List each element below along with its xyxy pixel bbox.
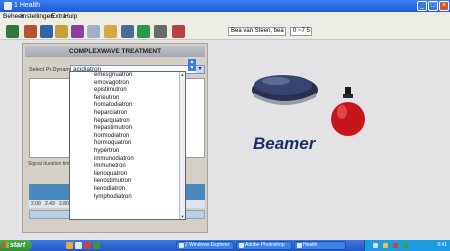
dropdown-option[interactable]: lienodiatron: [70, 186, 185, 194]
browser-icon[interactable]: [66, 242, 73, 249]
wave-icon[interactable]: [71, 25, 84, 38]
dropdown-option[interactable]: lienostimutron: [70, 178, 185, 186]
database-icon[interactable]: [24, 25, 37, 38]
clock: 9:41: [437, 242, 447, 248]
task-label: Adobe Photoshop: [245, 242, 285, 248]
app-icon: [4, 2, 12, 10]
task-label: 2 Windows Explorer: [185, 242, 230, 248]
dropdown-scrollbar[interactable]: ▲ ▼: [179, 72, 185, 219]
task-photoshop[interactable]: Adobe Photoshop: [236, 241, 292, 250]
scroll-up-icon[interactable]: ▲: [180, 72, 185, 77]
window-titlebar: 1 Health _ □ ×: [0, 0, 450, 12]
menu-bar: Beheer Instellingen Extra Hulp: [0, 12, 450, 22]
dropdown-option[interactable]: hepastimutron: [70, 125, 185, 133]
beamer-mouse-image: [252, 75, 318, 105]
chart-icon[interactable]: [55, 25, 68, 38]
dropdown-option[interactable]: epistimutron: [70, 87, 185, 95]
dropdown-option[interactable]: lymphodiatron: [70, 194, 185, 202]
dropdown-option[interactable]: homatodiatron: [70, 102, 185, 110]
system-tray: 9:41: [364, 240, 450, 251]
update-icon[interactable]: [403, 243, 408, 248]
leaf-icon[interactable]: [6, 25, 19, 38]
start-label: start: [10, 242, 26, 249]
windows-logo-icon: [3, 242, 9, 248]
dropdown-option[interactable]: hormoquatron: [70, 140, 185, 148]
exit-icon[interactable]: [172, 25, 185, 38]
task-windows-explorer[interactable]: 2 Windows Explorer: [176, 241, 234, 250]
dropdown-option[interactable]: emesgnuatron: [70, 72, 185, 80]
dropdown-option[interactable]: heparciatron: [70, 110, 185, 118]
minimize-button[interactable]: _: [417, 1, 427, 11]
chevron-down-icon[interactable]: ▾: [196, 66, 204, 73]
explorer-icon: [179, 243, 184, 248]
scale-label: 2.49: [45, 201, 55, 207]
window-title: 1 Health: [14, 2, 41, 9]
dropdown-option[interactable]: hypertron: [70, 148, 185, 156]
close-button[interactable]: ×: [439, 1, 449, 11]
panel-header: COMPLEXWAVE TREATMENT: [25, 46, 205, 57]
main-area: COMPLEXWAVE TREATMENT Select Pr.Dynamic …: [0, 40, 450, 240]
tools-icon[interactable]: [137, 25, 150, 38]
star-icon[interactable]: [121, 25, 134, 38]
desktop-icon[interactable]: [93, 242, 100, 249]
counter-field[interactable]: 0 ~7 5: [290, 27, 312, 36]
media-icon[interactable]: [84, 242, 91, 249]
scroll-down-icon[interactable]: ▼: [180, 214, 185, 219]
beamer-bulb-image: [331, 87, 365, 136]
scale-label: 2.80: [59, 201, 69, 207]
security-icon[interactable]: [393, 243, 398, 248]
network-icon[interactable]: [373, 243, 378, 248]
photoshop-icon: [239, 243, 244, 248]
molecule-icon[interactable]: [40, 25, 53, 38]
scale-label: 2.00: [31, 201, 41, 207]
select-label: Select Pr.Dynamic: [29, 67, 74, 73]
dropdown-option[interactable]: emovagotron: [70, 80, 185, 88]
folder-icon[interactable]: [75, 242, 82, 249]
maximize-button[interactable]: □: [428, 1, 438, 11]
dropdown-option[interactable]: feneutron: [70, 95, 185, 103]
dropdown-option[interactable]: heparquatron: [70, 118, 185, 126]
menu-instellingen[interactable]: Instellingen: [21, 13, 54, 20]
cut-icon[interactable]: [154, 25, 167, 38]
task-health[interactable]: Health: [294, 241, 346, 250]
menu-hulp[interactable]: Hulp: [64, 13, 77, 20]
user-field[interactable]: Bea van Steen, bea: [228, 27, 286, 36]
start-button[interactable]: start: [0, 240, 32, 251]
dropdown-option[interactable]: lienoquatron: [70, 171, 185, 179]
taskbar: start 2 Windows Explorer Adobe Photoshop…: [0, 240, 450, 251]
dropdown-option[interactable]: immunetron: [70, 163, 185, 171]
program-dropdown-list[interactable]: emesgnuatron emovagotron epistimutron feneu…: [69, 71, 186, 220]
stepper-down-icon[interactable]: ▼: [188, 65, 196, 71]
volume-icon[interactable]: [383, 243, 388, 248]
signal-icon[interactable]: [104, 25, 117, 38]
dropdown-option[interactable]: immunodiatron: [70, 156, 185, 164]
task-label: Health: [303, 242, 318, 248]
graph-icon[interactable]: [87, 25, 100, 38]
stepper-control[interactable]: ▲ ▼: [188, 59, 196, 71]
product-name: Beamer: [253, 134, 316, 153]
dropdown-option[interactable]: hormodiatron: [70, 133, 185, 141]
health-icon: [297, 243, 302, 248]
toolbar: Bea van Steen, bea 0 ~7 5: [0, 22, 450, 40]
